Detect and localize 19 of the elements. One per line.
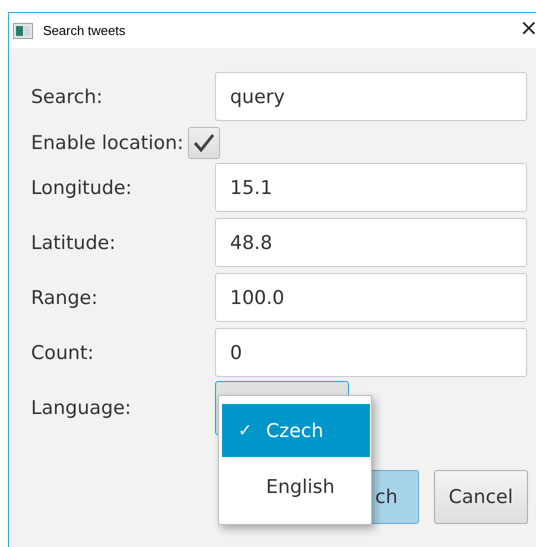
input-field[interactable]: 48.8	[215, 218, 527, 267]
checkbox[interactable]	[188, 127, 220, 159]
field-label: Enable location:	[31, 132, 184, 154]
input-field[interactable]: query	[215, 72, 527, 121]
field-label: Latitude:	[31, 232, 117, 254]
checkmark-icon	[192, 133, 215, 153]
field-label: Range:	[31, 286, 99, 308]
dropdown-option[interactable]: English	[222, 460, 370, 513]
close-button[interactable]: ×	[520, 18, 536, 40]
app-icon	[13, 22, 33, 38]
input-field[interactable]: 15.1	[215, 163, 527, 212]
dialog-button[interactable]: Cancel	[434, 470, 528, 524]
input-field[interactable]: 0	[215, 328, 527, 377]
field-label: Longitude:	[31, 176, 133, 198]
input-field[interactable]: 100.0	[215, 273, 527, 322]
field-label: Language:	[31, 396, 132, 418]
window-title: Search tweets	[43, 23, 126, 38]
field-label: Count:	[31, 342, 95, 364]
field-label: Search:	[31, 86, 104, 108]
